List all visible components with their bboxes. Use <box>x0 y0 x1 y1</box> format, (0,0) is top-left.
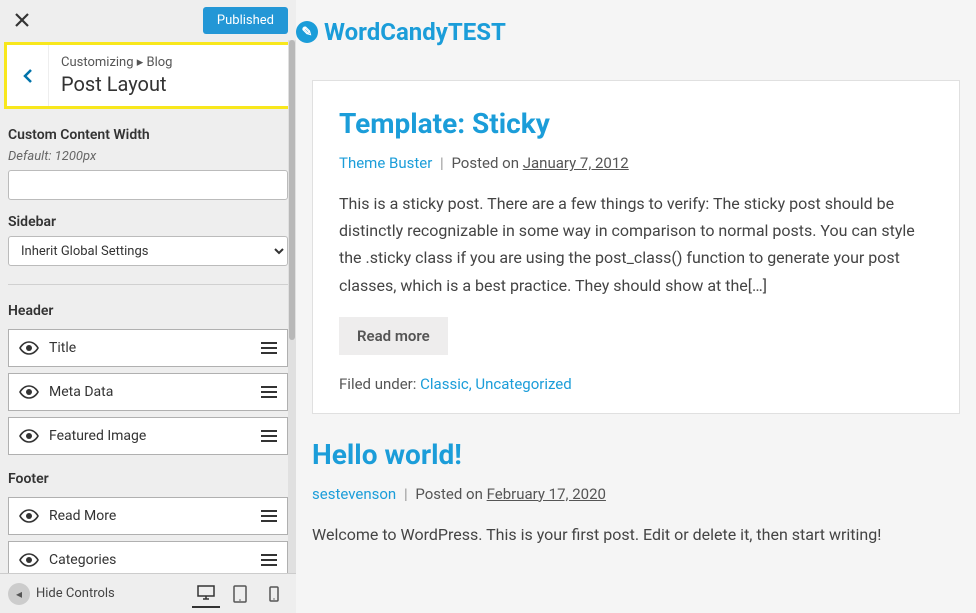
header-item-featured-image[interactable]: Featured Image <box>8 417 288 455</box>
post-author-link[interactable]: sestevenson <box>312 485 396 503</box>
post-excerpt: Welcome to WordPress. This is your first… <box>312 521 960 548</box>
preview-pane: ✎ WordCandyTEST Template: Sticky Theme B… <box>296 0 976 613</box>
content-width-input[interactable] <box>8 170 288 200</box>
back-button[interactable] <box>7 45 49 106</box>
header-item-title[interactable]: Title <box>8 329 288 367</box>
footer-item-read-more[interactable]: Read More <box>8 497 288 535</box>
posted-on-label: Posted on <box>415 485 483 503</box>
close-button[interactable] <box>8 6 36 34</box>
drag-handle-icon[interactable] <box>251 554 287 566</box>
meta-separator: | <box>404 485 408 503</box>
row-label: Read More <box>49 508 251 524</box>
footer-item-categories[interactable]: Categories <box>8 541 288 573</box>
content-width-hint: Default: 1200px <box>8 149 288 164</box>
posted-on-label: Posted on <box>451 154 519 172</box>
post-date-link[interactable]: February 17, 2020 <box>487 485 606 503</box>
breadcrumb-path: Customizing ▸ Blog <box>61 55 172 70</box>
post-title[interactable]: Hello world! <box>312 438 960 471</box>
post-author-link[interactable]: Theme Buster <box>339 154 432 172</box>
row-label: Featured Image <box>49 428 251 444</box>
panel-body: Custom Content Width Default: 1200px Sid… <box>0 109 296 573</box>
category-link[interactable]: Uncategorized <box>475 375 571 393</box>
sidebar-topbar: Published <box>0 0 296 40</box>
divider <box>8 284 288 285</box>
breadcrumb-title: Post Layout <box>61 72 172 96</box>
hide-controls-button[interactable]: Hide Controls <box>36 586 186 601</box>
eye-icon[interactable] <box>9 341 49 355</box>
post-excerpt: This is a sticky post. There are a few t… <box>339 190 933 299</box>
post-meta: sestevenson | Posted on February 17, 202… <box>312 485 960 503</box>
row-label: Meta Data <box>49 384 251 400</box>
post-title[interactable]: Template: Sticky <box>339 107 933 140</box>
drag-handle-icon[interactable] <box>251 386 287 398</box>
breadcrumb-text: Customizing ▸ Blog Post Layout <box>49 45 184 106</box>
site-header: ✎ WordCandyTEST <box>296 0 976 64</box>
header-item-meta-data[interactable]: Meta Data <box>8 373 288 411</box>
post-card-sticky: Template: Sticky Theme Buster | Posted o… <box>312 80 960 414</box>
post-date-link[interactable]: January 7, 2012 <box>523 154 629 172</box>
footer-section-label: Footer <box>8 471 288 487</box>
breadcrumb-panel: Customizing ▸ Blog Post Layout <box>4 42 292 109</box>
eye-icon[interactable] <box>9 553 49 567</box>
drag-handle-icon[interactable] <box>251 342 287 354</box>
eye-icon[interactable] <box>9 385 49 399</box>
header-section-label: Header <box>8 303 288 319</box>
site-logo-icon[interactable]: ✎ <box>296 21 318 43</box>
sidebar-select[interactable]: Inherit Global Settings <box>8 236 288 266</box>
scrollbar[interactable] <box>288 40 296 573</box>
device-mobile-icon[interactable] <box>260 580 288 608</box>
post-filed-under: Filed under: Classic, Uncategorized <box>339 375 933 393</box>
site-title[interactable]: WordCandyTEST <box>324 18 506 46</box>
read-more-button[interactable]: Read more <box>339 317 448 355</box>
filed-label: Filed under: <box>339 375 416 393</box>
drag-handle-icon[interactable] <box>251 510 287 522</box>
meta-separator: | <box>440 154 444 172</box>
category-link[interactable]: Classic <box>420 375 469 393</box>
post-meta: Theme Buster | Posted on January 7, 2012 <box>339 154 933 172</box>
device-desktop-icon[interactable] <box>192 580 220 608</box>
customizer-sidebar: Published Customizing ▸ Blog Post Layout… <box>0 0 296 613</box>
content-width-label: Custom Content Width <box>8 127 288 143</box>
drag-handle-icon[interactable] <box>251 430 287 442</box>
row-label: Categories <box>49 552 251 568</box>
eye-icon[interactable] <box>9 429 49 443</box>
device-tablet-icon[interactable] <box>226 580 254 608</box>
footer-bar: ◂ Hide Controls <box>0 573 296 613</box>
row-label: Title <box>49 340 251 356</box>
collapse-icon[interactable]: ◂ <box>8 583 30 605</box>
sidebar-select-label: Sidebar <box>8 214 288 230</box>
eye-icon[interactable] <box>9 509 49 523</box>
publish-button[interactable]: Published <box>203 7 288 34</box>
